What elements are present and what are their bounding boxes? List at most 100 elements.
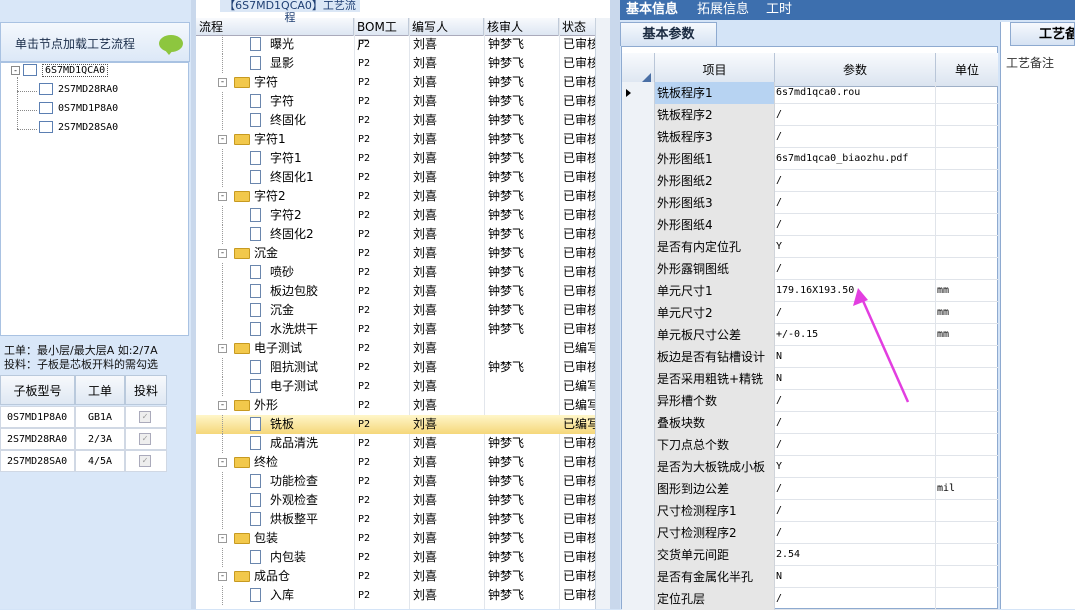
param-value[interactable]: 6s7md1qca0.rou [775, 82, 936, 104]
flow-row[interactable]: - 字符2 P2 刘喜 钟梦飞 已审核 [196, 187, 610, 206]
param-row[interactable]: 异形槽个数 / [622, 390, 998, 412]
tab-basic-params[interactable]: 基本参数 [620, 22, 717, 46]
tree-collapse-icon[interactable]: - [11, 65, 20, 75]
flow-row[interactable]: 阻抗测试 P2 刘喜 钟梦飞 已审核 [196, 358, 610, 377]
row-header[interactable] [622, 368, 655, 390]
row-header[interactable] [622, 588, 655, 610]
flow-row[interactable]: 字符1 P2 刘喜 钟梦飞 已审核 [196, 149, 610, 168]
sub-order-cell[interactable]: 4/5A [75, 450, 125, 472]
param-row[interactable]: 单元板尺寸公差 +/-0.15 mm [622, 324, 998, 346]
param-value[interactable]: N [775, 566, 936, 588]
flow-row[interactable]: - 沉金 P2 刘喜 钟梦飞 已审核 [196, 244, 610, 263]
collapse-icon[interactable]: - [218, 401, 227, 410]
param-value[interactable]: 6s7md1qca0_biaozhu.pdf [775, 148, 936, 170]
row-header[interactable] [622, 390, 655, 412]
tree-node[interactable]: 2S7MD28RA0 [39, 83, 118, 99]
param-row[interactable]: 是否为大板铣成小板 Y [622, 456, 998, 478]
param-row[interactable]: 外形露铜图纸 / [622, 258, 998, 280]
flow-row[interactable]: 功能检查 P2 刘喜 钟梦飞 已审核 [196, 472, 610, 491]
sub-model-cell[interactable]: 0S7MD1P8A0 [0, 406, 75, 428]
param-row[interactable]: 单元尺寸1 179.16X193.50 mm [622, 280, 998, 302]
collapse-icon[interactable]: - [218, 344, 227, 353]
flow-row[interactable]: - 外形 P2 刘喜 已编写 [196, 396, 610, 415]
column-header[interactable]: 投料 [125, 375, 167, 405]
flow-row[interactable]: 电子测试 P2 刘喜 已编写 [196, 377, 610, 396]
collapse-icon[interactable]: - [218, 192, 227, 201]
collapse-icon[interactable]: - [218, 135, 227, 144]
flow-row[interactable]: - 终检 P2 刘喜 钟梦飞 已审核 [196, 453, 610, 472]
row-header[interactable] [622, 412, 655, 434]
flow-row[interactable]: 内包装 P2 刘喜 钟梦飞 已审核 [196, 548, 610, 567]
column-header[interactable]: 子板型号 [0, 375, 75, 405]
flow-row[interactable]: 外观检查 P2 刘喜 钟梦飞 已审核 [196, 491, 610, 510]
param-value[interactable]: / [775, 500, 936, 522]
column-header[interactable]: 编写人 [409, 18, 484, 36]
flow-row[interactable]: 字符 P2 刘喜 钟梦飞 已审核 [196, 92, 610, 111]
feed-checkbox[interactable]: ✓ [139, 433, 151, 445]
flow-row[interactable]: 终固化2 P2 刘喜 钟梦飞 已审核 [196, 225, 610, 244]
flow-row[interactable]: - 字符1 P2 刘喜 钟梦飞 已审核 [196, 130, 610, 149]
load-flow-bar[interactable]: 单击节点加载工艺流程 [0, 22, 190, 62]
param-value[interactable]: 2.54 [775, 544, 936, 566]
row-header[interactable] [622, 214, 655, 236]
param-row[interactable]: 铣板程序1 6s7md1qca0.rou [622, 82, 998, 104]
param-row[interactable]: 外形图纸4 / [622, 214, 998, 236]
row-header[interactable] [622, 302, 655, 324]
flow-scrollbar[interactable] [595, 18, 610, 609]
tab-craft-notes[interactable]: 工艺备 [1010, 22, 1075, 46]
collapse-icon[interactable]: - [218, 458, 227, 467]
param-value[interactable]: / [775, 478, 936, 500]
param-value[interactable]: / [775, 126, 936, 148]
param-row[interactable]: 叠板块数 / [622, 412, 998, 434]
tree-node[interactable]: 2S7MD28SA0 [39, 121, 118, 137]
param-value[interactable]: / [775, 214, 936, 236]
row-header[interactable] [622, 148, 655, 170]
param-row[interactable]: 是否采用粗铣+精铣 N [622, 368, 998, 390]
flow-row[interactable]: - 电子测试 P2 刘喜 已编写 [196, 339, 610, 358]
param-value[interactable]: / [775, 170, 936, 192]
column-header[interactable]: 流程 [196, 18, 354, 36]
flow-row[interactable]: 曝光 P2 刘喜 钟梦飞 已审核 [196, 35, 610, 54]
param-value[interactable]: / [775, 522, 936, 544]
flow-row[interactable]: - 字符 P2 刘喜 钟梦飞 已审核 [196, 73, 610, 92]
row-header[interactable] [622, 126, 655, 148]
flow-row[interactable]: 沉金 P2 刘喜 钟梦飞 已审核 [196, 301, 610, 320]
param-row[interactable]: 交货单元间距 2.54 [622, 544, 998, 566]
column-header[interactable]: BOM工厂 [354, 18, 409, 52]
param-value[interactable]: / [775, 588, 936, 610]
sub-order-cell[interactable]: GB1A [75, 406, 125, 428]
sub-model-cell[interactable]: 2S7MD28SA0 [0, 450, 75, 472]
flow-row[interactable]: 入库 P2 刘喜 钟梦飞 已审核 [196, 586, 610, 605]
flow-row[interactable]: 水洗烘干 P2 刘喜 钟梦飞 已审核 [196, 320, 610, 339]
param-value[interactable]: / [775, 434, 936, 456]
column-header[interactable]: 核审人 [484, 18, 559, 36]
param-row[interactable]: 铣板程序3 / [622, 126, 998, 148]
flow-row[interactable]: - 包装 P2 刘喜 钟梦飞 已审核 [196, 529, 610, 548]
row-header[interactable] [622, 280, 655, 302]
collapse-icon[interactable]: - [218, 78, 227, 87]
param-row[interactable]: 是否有内定位孔 Y [622, 236, 998, 258]
row-header[interactable] [622, 434, 655, 456]
param-row[interactable]: 铣板程序2 / [622, 104, 998, 126]
column-header[interactable]: 状态 [559, 18, 599, 36]
row-header[interactable] [622, 170, 655, 192]
param-value[interactable]: / [775, 258, 936, 280]
row-header[interactable] [622, 544, 655, 566]
row-header[interactable] [622, 522, 655, 544]
tab-work-hours[interactable]: 工时 [766, 0, 792, 20]
feed-checkbox[interactable]: ✓ [139, 411, 151, 423]
param-value[interactable]: / [775, 104, 936, 126]
row-header[interactable] [622, 456, 655, 478]
flow-row[interactable]: 显影 P2 刘喜 钟梦飞 已审核 [196, 54, 610, 73]
collapse-icon[interactable]: - [218, 249, 227, 258]
tab-basic-info[interactable]: 基本信息 [626, 0, 678, 20]
speech-bubble-icon[interactable] [159, 35, 183, 55]
collapse-icon[interactable]: - [218, 534, 227, 543]
param-row[interactable]: 外形图纸3 / [622, 192, 998, 214]
param-row[interactable]: 定位孔层 / [622, 588, 998, 610]
flow-row[interactable]: 喷砂 P2 刘喜 钟梦飞 已审核 [196, 263, 610, 282]
collapse-icon[interactable]: - [218, 572, 227, 581]
flow-row[interactable]: 板边包胶 P2 刘喜 钟梦飞 已审核 [196, 282, 610, 301]
param-row[interactable]: 尺寸检测程序1 / [622, 500, 998, 522]
tree-node[interactable]: 0S7MD1P8A0 [39, 102, 118, 118]
